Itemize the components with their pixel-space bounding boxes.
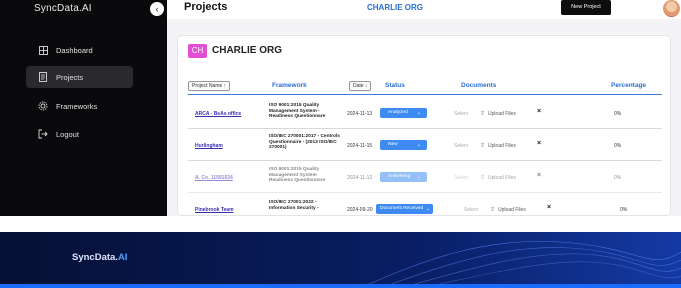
status-dropdown[interactable]: Document Received ⌄	[376, 204, 433, 214]
collapse-sidebar-button[interactable]: ‹	[150, 2, 164, 16]
brand-logo: SyncData.AI	[34, 3, 92, 14]
date-text: 2024-11-13	[347, 111, 373, 117]
top-header: Projects CHARLIE ORG New Project	[167, 0, 681, 19]
upload-files-button[interactable]: ⇧ Upload Files	[490, 206, 526, 214]
chevron-down-icon: ⌄	[425, 206, 430, 212]
header-org-name: CHARLIE ORG	[367, 3, 423, 12]
framework-text: ISO/IEC 270001:2017 - Centrols Questionn…	[269, 134, 340, 151]
banner-strip	[0, 284, 681, 288]
status-dropdown[interactable]: Analyzed ⌄	[380, 108, 427, 118]
page-title: Projects	[184, 1, 228, 13]
document-select[interactable]: Select	[464, 207, 478, 213]
sidebar-item-label: Projects	[56, 72, 84, 82]
upload-icon: ⇧	[480, 143, 486, 149]
project-link[interactable]: Hurlingham	[195, 143, 223, 149]
date-text: 2024-11-15	[347, 143, 373, 149]
row-fade-overlay	[188, 162, 662, 193]
sidebar-item-frameworks[interactable]: Frameworks	[26, 95, 133, 117]
projects-card: CH CHARLIE ORG Project Name ↑ Framework …	[177, 35, 671, 216]
header-divider	[188, 94, 662, 95]
sidebar-item-label: Logout	[56, 129, 79, 139]
upload-files-button[interactable]: ⇧ Upload Files	[480, 142, 516, 150]
date-text: 2024-09-20	[347, 207, 373, 213]
banner-logo: SyncData.AI	[72, 252, 127, 263]
app-root: SyncData.AI ‹ Dashboard Projects Framewo…	[0, 0, 681, 288]
table-row: Hurlingham ISO/IEC 270001:2017 - Centrol…	[188, 130, 662, 161]
logout-icon	[38, 129, 48, 139]
upload-icon: ⇧	[480, 111, 486, 117]
status-label: New	[388, 142, 398, 147]
document-select[interactable]: Select	[454, 111, 468, 117]
chevron-left-icon: ‹	[155, 4, 159, 14]
percentage-text: 0%	[620, 207, 628, 213]
gear-icon	[38, 101, 48, 111]
document-select[interactable]: Select	[454, 143, 468, 149]
sidebar-item-label: Frameworks	[56, 101, 98, 111]
column-header-documents: Documents	[461, 82, 497, 89]
sidebar-item-dashboard[interactable]: Dashboard	[26, 39, 133, 61]
table-row: A. Co. 11591024 ISO 9001:2015 Quality Ma…	[188, 162, 662, 193]
upload-label: Upload Files	[488, 142, 516, 149]
new-project-button[interactable]: New Project	[561, 0, 611, 15]
logo-text: SyncData.	[72, 252, 118, 263]
document-icon	[38, 72, 48, 82]
delete-icon[interactable]: ×	[537, 140, 541, 147]
column-header-project[interactable]: Project Name ↑	[188, 81, 231, 91]
dashboard-icon	[38, 45, 48, 55]
table-row: ARCA - BsAs office ISO 9001:2015 Quality…	[188, 98, 662, 129]
project-link[interactable]: ARCA - BsAs office	[195, 111, 241, 117]
upload-label: Upload Files	[488, 110, 516, 117]
framework-text: ISO/IEC 27001:2022 - Information Securit…	[269, 200, 319, 211]
footer-banner: SyncData.AI	[0, 232, 681, 288]
chevron-down-icon: ⌄	[416, 110, 421, 116]
percentage-text: 0%	[614, 143, 622, 149]
upload-files-button[interactable]: ⇧ Upload Files	[480, 110, 516, 118]
percentage-text: 0%	[614, 111, 622, 117]
chevron-down-icon: ⌄	[416, 142, 421, 148]
status-dropdown[interactable]: New ⌄	[380, 140, 427, 150]
column-header-percentage: Percentage	[611, 82, 647, 89]
project-link[interactable]: Pinebrook Team	[195, 207, 234, 213]
table-row: Pinebrook Team ISO/IEC 27001:2022 - Info…	[188, 194, 662, 215]
upload-icon: ⇧	[490, 207, 496, 213]
logo-accent-text: AI	[117, 252, 128, 263]
column-header-framework: Framework	[272, 82, 307, 89]
org-heading: CHARLIE ORG	[212, 45, 282, 56]
sidebar-item-logout[interactable]: Logout	[26, 123, 133, 145]
delete-icon[interactable]: ×	[547, 204, 551, 211]
sidebar-item-projects[interactable]: Projects	[26, 66, 133, 88]
status-label: Document Received	[380, 206, 424, 211]
status-label: Analyzed	[388, 110, 408, 115]
avatar[interactable]	[663, 0, 680, 17]
upload-label: Upload Files	[498, 206, 526, 213]
framework-text: ISO 9001:2015 Quality Management System …	[269, 103, 326, 120]
column-header-date[interactable]: Date ↓	[349, 81, 372, 91]
sidebar: SyncData.AI ‹ Dashboard Projects Framewo…	[0, 0, 167, 216]
main-content: CH CHARLIE ORG Project Name ↑ Framework …	[167, 19, 681, 216]
sidebar-item-label: Dashboard	[56, 45, 93, 55]
delete-icon[interactable]: ×	[537, 108, 541, 115]
spacer	[0, 216, 681, 232]
column-header-status: Status	[385, 82, 405, 89]
org-badge: CH	[188, 44, 207, 58]
